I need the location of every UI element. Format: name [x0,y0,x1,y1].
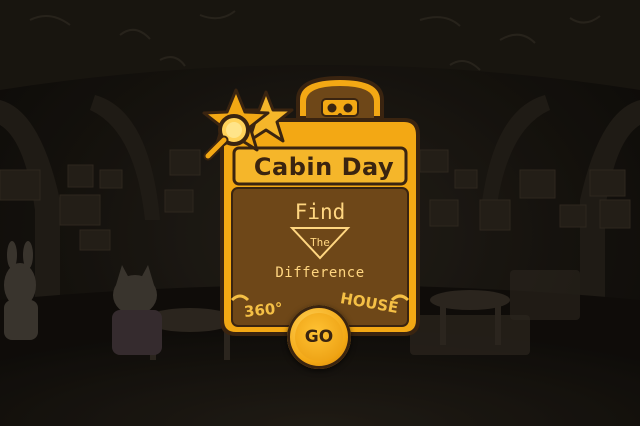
subtitle-difference: Difference [275,265,365,281]
subtitle-find: Find [294,200,346,224]
subtitle-the: The [310,236,330,249]
go-button[interactable]: GO [287,305,351,369]
vr-headset-icon [321,98,359,117]
go-label: GO [295,313,343,361]
game-scene: Cabin Day Find The Difference 360° HOUSE… [0,0,640,426]
game-title: Cabin Day [253,153,395,181]
